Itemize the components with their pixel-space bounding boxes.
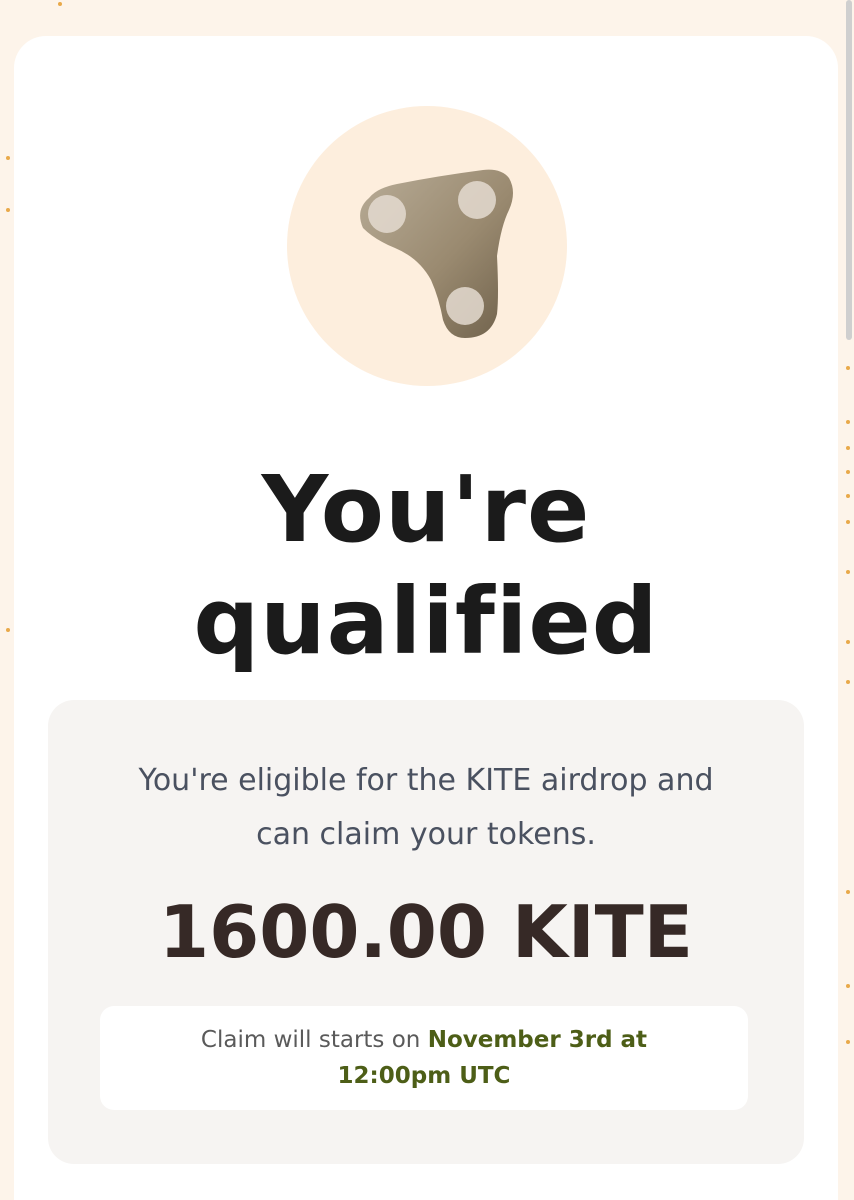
decor-dot — [846, 470, 850, 474]
eligibility-message: You're eligible for the KITE airdrop and… — [138, 763, 714, 852]
scrollbar[interactable] — [846, 0, 852, 340]
claim-info-box: Claim will starts on November 3rd at 12:… — [100, 1006, 748, 1110]
title-line-2: qualified — [193, 568, 659, 675]
kite-logo-icon — [360, 169, 513, 338]
claim-date-line-1: November 3rd at — [427, 1027, 648, 1053]
decor-dot — [58, 2, 62, 6]
token-amount: 1600.00 KITE — [159, 890, 693, 974]
page-title: You're qualified — [14, 454, 838, 678]
decor-dot — [846, 640, 850, 644]
logo-badge — [287, 106, 567, 386]
decor-dot — [846, 366, 850, 370]
claim-text: Claim will starts on November 3rd at 12:… — [170, 1022, 678, 1094]
decor-dot — [846, 420, 850, 424]
decor-dot — [846, 446, 850, 450]
claim-prefix: Claim will starts on — [200, 1027, 421, 1053]
claim-date-line-2: 12:00pm UTC — [337, 1063, 511, 1089]
decor-dot — [846, 494, 850, 498]
decor-dot — [846, 680, 850, 684]
title-line-1: You're — [261, 456, 591, 563]
page: You're qualified You're eligible for the… — [0, 0, 854, 1200]
decor-dot — [6, 156, 10, 160]
decor-dot — [846, 570, 850, 574]
qualification-card: You're qualified You're eligible for the… — [14, 36, 838, 1200]
decor-dot — [846, 520, 850, 524]
decor-dot — [6, 628, 10, 632]
decor-dot — [846, 890, 850, 894]
decor-dot — [6, 208, 10, 212]
decor-dot — [846, 1040, 850, 1044]
decor-dot — [846, 984, 850, 988]
eligibility-panel: You're eligible for the KITE airdrop and… — [48, 700, 804, 1164]
